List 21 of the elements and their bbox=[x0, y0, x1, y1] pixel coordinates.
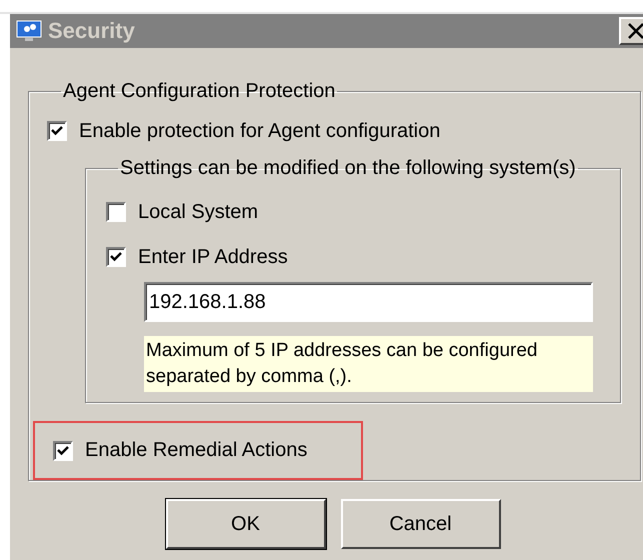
group-title: Settings can be modified on the following system(s) bbox=[119, 157, 577, 180]
check-mark-icon bbox=[110, 251, 122, 263]
checkbox-label: Enable Remedial Actions bbox=[85, 439, 308, 462]
checkbox-label: Local System bbox=[138, 200, 258, 224]
close-icon bbox=[627, 23, 643, 39]
dialog-button[interactable]: Cancel bbox=[340, 499, 500, 549]
checkbox[interactable] bbox=[106, 202, 126, 222]
checkbox-label: Enter IP Address bbox=[138, 246, 288, 268]
check-mark-icon bbox=[51, 125, 63, 137]
close-button[interactable] bbox=[619, 17, 643, 45]
network-computer-icon bbox=[16, 19, 42, 43]
group-title: Agent Configuration Protection bbox=[62, 80, 336, 103]
checkbox[interactable] bbox=[106, 247, 126, 267]
hint-note: Maximum of 5 IP addresses can be configured separated by comma (,). bbox=[144, 336, 593, 392]
ip-address-field[interactable]: 192.168.1.88 bbox=[144, 282, 593, 322]
dialog-button[interactable]: OK bbox=[166, 499, 326, 549]
checkbox[interactable] bbox=[53, 440, 73, 460]
checkbox-label: Enable protection for Agent configuration bbox=[79, 120, 440, 142]
check-mark-icon bbox=[57, 444, 69, 456]
checkbox[interactable] bbox=[47, 121, 67, 141]
window-title: Security bbox=[48, 18, 136, 44]
